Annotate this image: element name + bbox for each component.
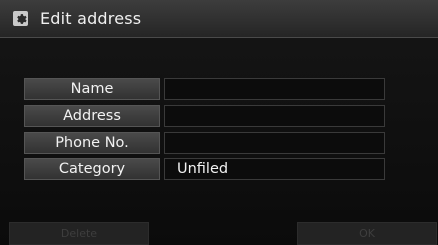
delete-button[interactable]: Delete xyxy=(9,222,149,245)
name-row[interactable]: Name xyxy=(24,78,385,100)
address-label[interactable]: Address xyxy=(24,105,160,127)
phone-field[interactable] xyxy=(164,132,385,154)
ok-button[interactable]: OK xyxy=(297,222,437,245)
address-field[interactable] xyxy=(164,105,385,127)
title-bar: Edit address xyxy=(0,0,438,38)
category-row[interactable]: Category Unfiled xyxy=(24,158,385,180)
edit-address-screen: Edit address Name Address Phone No. Cate… xyxy=(0,0,438,245)
address-row[interactable]: Address xyxy=(24,105,385,127)
category-field[interactable]: Unfiled xyxy=(164,158,385,180)
category-label[interactable]: Category xyxy=(24,158,160,180)
name-label[interactable]: Name xyxy=(24,78,160,100)
phone-row[interactable]: Phone No. xyxy=(24,132,385,154)
name-field[interactable] xyxy=(164,78,385,100)
page-title: Edit address xyxy=(40,9,142,28)
gear-icon xyxy=(13,11,28,26)
phone-label[interactable]: Phone No. xyxy=(24,132,160,154)
